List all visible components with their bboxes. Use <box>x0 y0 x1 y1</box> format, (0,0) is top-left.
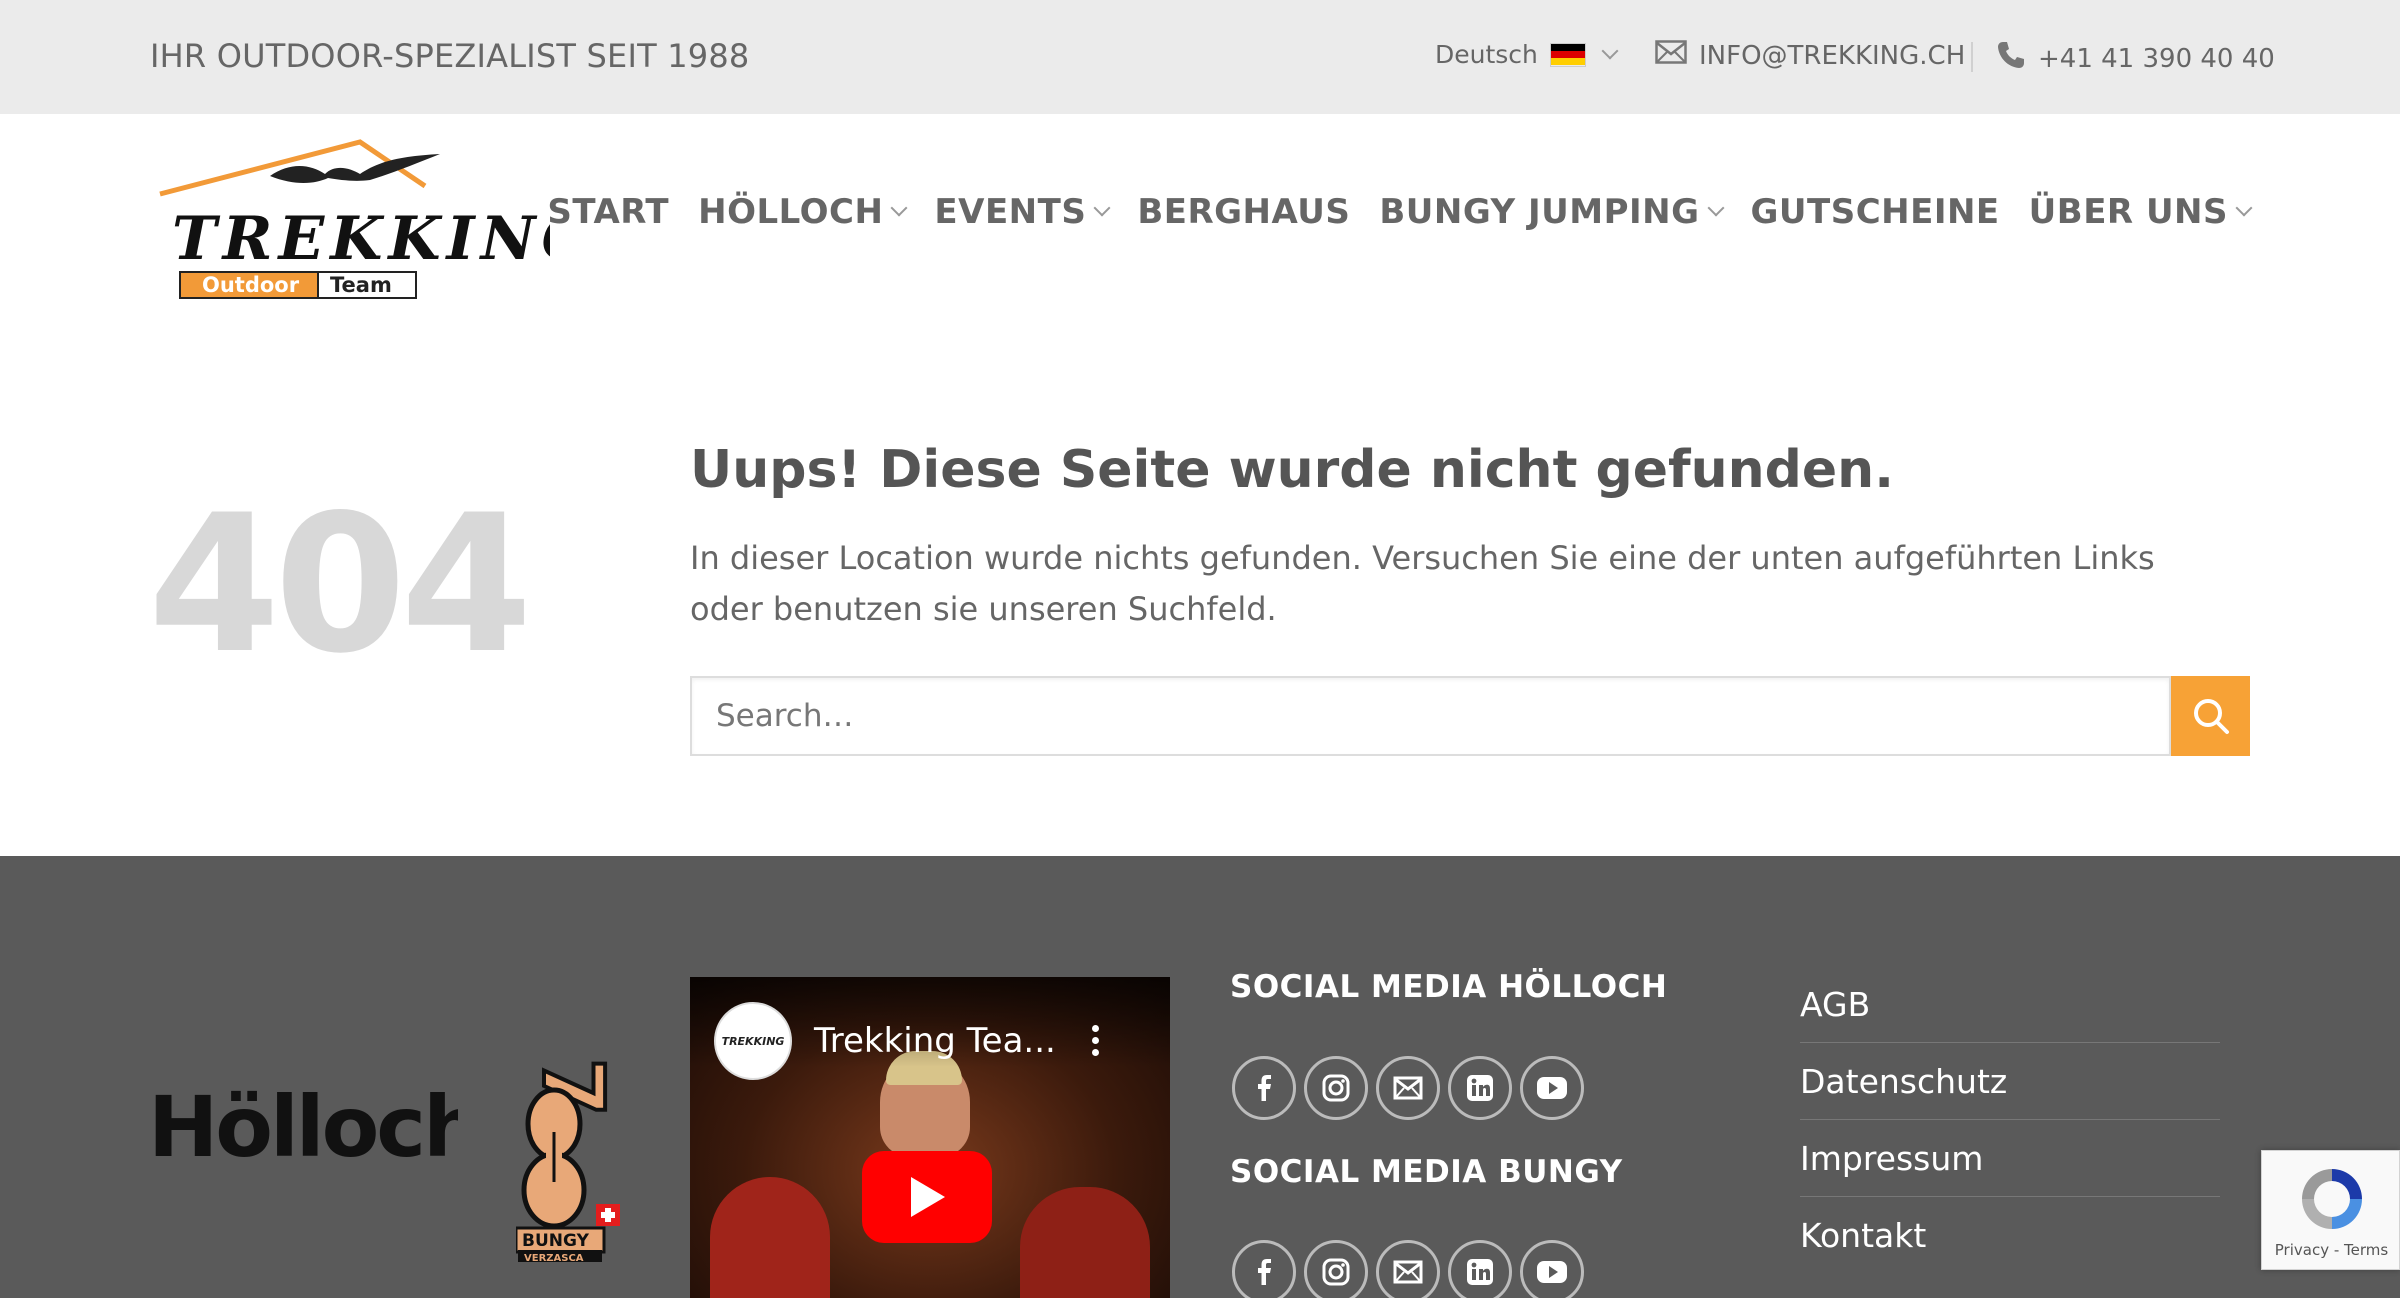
site-header: TREKKING Outdoor Team START HÖLLOCH EVEN… <box>0 114 2400 314</box>
page-title: Uups! Diese Seite wurde nicht gefunden. <box>690 440 1894 500</box>
footer-link-datenschutz[interactable]: Datenschutz <box>1800 1043 2220 1120</box>
chevron-down-icon <box>1601 42 1619 59</box>
recaptcha-links: Privacy - Terms <box>2274 1241 2389 1259</box>
facebook-icon[interactable] <box>1232 1240 1296 1298</box>
nav-item-berghaus[interactable]: BERGHAUS <box>1137 192 1350 232</box>
play-button[interactable] <box>862 1151 992 1243</box>
footer-links: AGB Datenschutz Impressum Kontakt <box>1800 966 2220 1274</box>
recaptcha-terms-link[interactable]: Terms <box>2344 1241 2388 1259</box>
nav-item-start[interactable]: START <box>547 192 669 232</box>
nav-item-events[interactable]: EVENTS <box>934 192 1111 232</box>
social-bungy-heading: SOCIAL MEDIA BUNGY <box>1230 1154 1623 1190</box>
error-description: In dieser Location wurde nichts gefunden… <box>690 539 2155 628</box>
chevron-down-icon <box>2235 199 2253 217</box>
footer-link-impressum[interactable]: Impressum <box>1800 1120 2220 1197</box>
phone-icon <box>1996 40 2026 77</box>
phone-number: +41 41 390 40 40 <box>2038 43 2275 74</box>
site-footer: Hölloch 7 BUNGY VERZASCA TREKKING Trekki… <box>0 856 2400 1298</box>
language-label: Deutsch <box>1435 40 1538 69</box>
recaptcha-icon <box>2294 1161 2370 1241</box>
svg-text:Hölloch: Hölloch <box>148 1084 458 1176</box>
footer-link-agb[interactable]: AGB <box>1800 966 2220 1043</box>
svg-text:Team: Team <box>330 273 392 297</box>
email-icon[interactable] <box>1376 1056 1440 1120</box>
logo-wordmark: TREKKING <box>172 204 550 274</box>
top-bar: IHR OUTDOOR-SPEZIALIST SEIT 1988 Deutsch… <box>0 0 2400 114</box>
email-link[interactable]: INFO@TREKKING.CH <box>1655 40 1965 71</box>
german-flag-icon <box>1549 42 1586 67</box>
nav-item-gutscheine[interactable]: GUTSCHEINE <box>1751 192 2000 232</box>
tagline: IHR OUTDOOR-SPEZIALIST SEIT 1988 <box>150 37 750 75</box>
play-icon <box>911 1177 945 1217</box>
youtube-video-embed[interactable]: TREKKING Trekking Tea... <box>690 977 1170 1298</box>
search-icon <box>2193 699 2229 734</box>
youtube-icon[interactable] <box>1520 1240 1584 1298</box>
instagram-icon[interactable] <box>1304 1240 1368 1298</box>
footer-link-kontakt[interactable]: Kontakt <box>1800 1197 2220 1274</box>
email-icon[interactable] <box>1376 1240 1440 1298</box>
nav-item-bungy-jumping[interactable]: BUNGY JUMPING <box>1379 192 1724 232</box>
recaptcha-badge[interactable]: Privacy - Terms <box>2261 1150 2400 1270</box>
email-address: INFO@TREKKING.CH <box>1699 40 1966 71</box>
error-code: 404 <box>148 474 533 695</box>
instagram-icon[interactable] <box>1304 1056 1368 1120</box>
chevron-down-icon <box>1093 199 1111 217</box>
svg-text:BUNGY: BUNGY <box>522 1231 590 1251</box>
search-form: Search… <box>690 676 2250 756</box>
holloch-logo[interactable]: Hölloch <box>148 1078 483 1208</box>
social-bungy-icons <box>1232 1240 1592 1298</box>
chevron-down-icon <box>1707 199 1724 217</box>
svg-text:VERZASCA: VERZASCA <box>524 1253 584 1262</box>
search-button[interactable] <box>2171 676 2250 756</box>
social-holloch-icons <box>1232 1056 1592 1120</box>
nav-item-ueber-uns[interactable]: ÜBER UNS <box>2029 192 2253 232</box>
site-logo[interactable]: TREKKING Outdoor Team <box>150 134 593 304</box>
linkedin-icon[interactable] <box>1448 1056 1512 1120</box>
envelope-icon <box>1655 40 1687 71</box>
linkedin-icon[interactable] <box>1448 1240 1512 1298</box>
youtube-icon[interactable] <box>1520 1056 1584 1120</box>
more-options-icon[interactable] <box>1092 1025 1100 1061</box>
social-holloch-heading: SOCIAL MEDIA HÖLLOCH <box>1230 969 1668 1005</box>
recaptcha-privacy-link[interactable]: Privacy <box>2275 1241 2329 1259</box>
channel-avatar[interactable]: TREKKING <box>714 1002 792 1080</box>
phone-link[interactable]: +41 41 390 40 40 <box>1996 40 2275 77</box>
video-title[interactable]: Trekking Tea... <box>814 1021 1056 1061</box>
divider <box>1971 42 1973 72</box>
svg-text:Outdoor: Outdoor <box>202 273 300 297</box>
language-switcher[interactable]: Deutsch <box>1435 40 1619 69</box>
bungy-verzasca-logo[interactable]: 7 BUNGY VERZASCA <box>514 1032 626 1266</box>
main-navigation: START HÖLLOCH EVENTS BERGHAUS BUNGY JUMP… <box>518 192 2253 232</box>
search-input[interactable]: Search… <box>690 676 2171 756</box>
nav-item-holloch[interactable]: HÖLLOCH <box>698 192 908 232</box>
chevron-down-icon <box>890 199 908 217</box>
facebook-icon[interactable] <box>1232 1056 1296 1120</box>
